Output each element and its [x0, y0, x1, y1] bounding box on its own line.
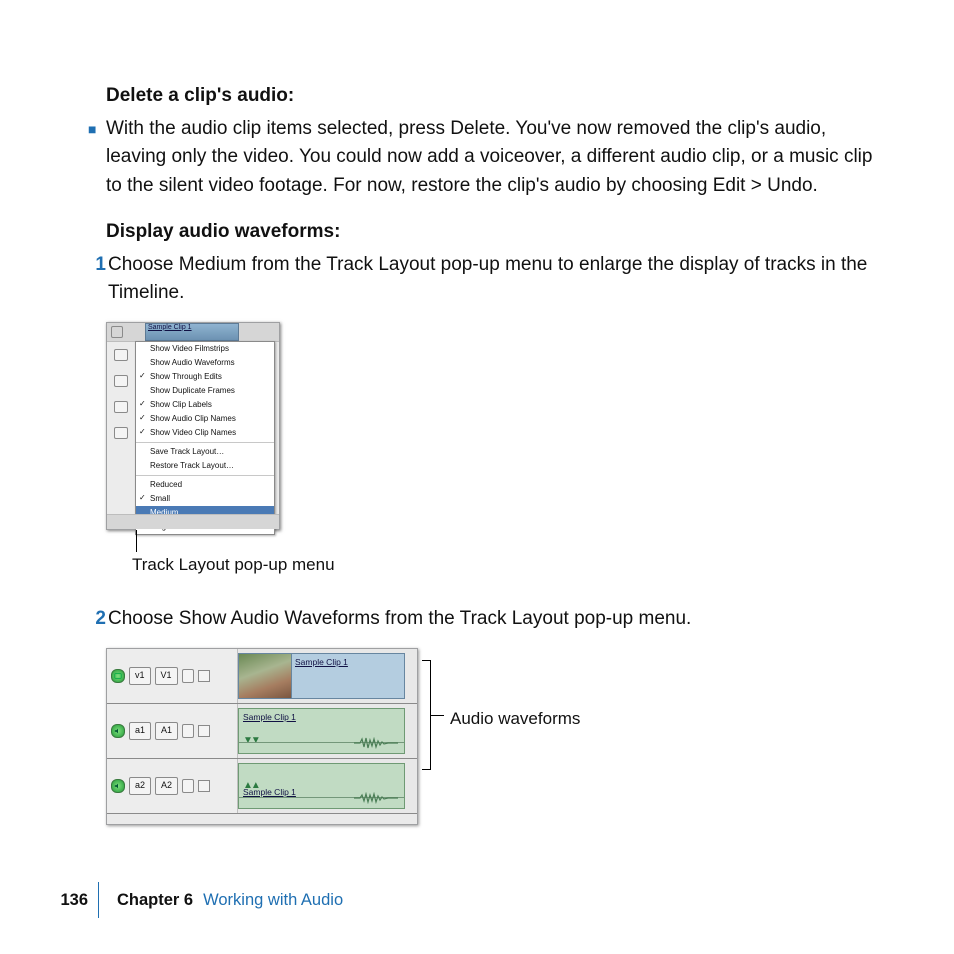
callout-leader-line: [136, 530, 137, 552]
track-audibility-toggle[interactable]: [111, 724, 125, 738]
lock-icon[interactable]: [182, 724, 194, 738]
screenshot-timeline-waveforms: v1 V1 Sample Clip 1 a1: [106, 648, 418, 825]
timeline-clip[interactable]: Sample Clip 1: [145, 323, 239, 341]
step-number-1: 1: [88, 251, 108, 279]
source-patch-v1[interactable]: v1: [129, 667, 151, 685]
menu-item-show-audio-clip-names[interactable]: Show Audio Clip Names: [136, 412, 274, 426]
menu-item-reduced[interactable]: Reduced: [136, 478, 274, 492]
heading-delete-audio: Delete a clip's audio:: [106, 82, 884, 111]
footer-chapter-title: Working with Audio: [203, 888, 343, 913]
track-visibility-toggle[interactable]: [111, 669, 125, 683]
track-visibility-icon[interactable]: [111, 326, 123, 338]
track-selector-icon[interactable]: [114, 375, 128, 387]
video-thumbnail: [239, 654, 292, 698]
menu-item-show-video-clip-names[interactable]: Show Video Clip Names: [136, 426, 274, 440]
delete-audio-text: With the audio clip items selected, pres…: [106, 115, 884, 201]
track-selector-icon[interactable]: [114, 401, 128, 413]
footer-chapter: Chapter 6: [99, 888, 203, 913]
audio-waveform: [239, 735, 404, 751]
audio-clip-a2[interactable]: ▲▲ Sample Clip 1: [238, 763, 405, 809]
callout-track-layout-menu: Track Layout pop-up menu: [132, 552, 884, 578]
lock-icon[interactable]: [182, 779, 194, 793]
track-a2: a2 A2 ▲▲ Sample Clip 1: [107, 759, 417, 814]
dest-patch-a2[interactable]: A2: [155, 777, 178, 795]
timeline-footer: [107, 514, 279, 529]
dest-patch-a1[interactable]: A1: [155, 722, 178, 740]
track-v1: v1 V1 Sample Clip 1: [107, 649, 417, 704]
audio-clip-a1[interactable]: Sample Clip 1 ▼▼: [238, 708, 405, 754]
track-selector-icon[interactable]: [114, 349, 128, 361]
menu-item-show-filmstrips[interactable]: Show Video Filmstrips: [136, 342, 274, 356]
step-1-text: Choose Medium from the Track Layout pop-…: [108, 251, 884, 308]
step-number-2: 2: [88, 605, 108, 633]
auto-select-icon[interactable]: [198, 780, 210, 792]
callout-audio-waveforms: Audio waveforms: [450, 706, 580, 732]
page-footer: 136 Chapter 6 Working with Audio: [0, 882, 343, 918]
menu-item-small[interactable]: Small: [136, 492, 274, 506]
track-audibility-toggle[interactable]: [111, 779, 125, 793]
step-2-text: Choose Show Audio Waveforms from the Tra…: [108, 605, 884, 634]
menu-separator: [136, 442, 274, 443]
menu-item-restore-layout[interactable]: Restore Track Layout…: [136, 459, 274, 473]
clip-label: Sample Clip 1: [148, 324, 192, 331]
audio-waveform: [239, 790, 404, 806]
source-patch-a1[interactable]: a1: [129, 722, 151, 740]
dest-patch-v1[interactable]: V1: [155, 667, 178, 685]
menu-item-show-clip-labels[interactable]: Show Clip Labels: [136, 398, 274, 412]
heading-display-waveforms: Display audio waveforms:: [106, 218, 884, 247]
page-number: 136: [0, 882, 99, 918]
auto-select-icon[interactable]: [198, 725, 210, 737]
video-clip[interactable]: Sample Clip 1: [238, 653, 405, 699]
track-a1: a1 A1 Sample Clip 1 ▼▼: [107, 704, 417, 759]
track-layout-popup-menu[interactable]: Show Video Filmstrips Show Audio Wavefor…: [135, 341, 275, 535]
bullet-icon: ■: [88, 115, 106, 143]
audio-clip-label: Sample Clip 1: [243, 711, 296, 724]
menu-item-show-through-edits[interactable]: Show Through Edits: [136, 370, 274, 384]
screenshot-track-layout-menu: Sample Clip 1 Show Video Filmstrips Show…: [106, 322, 280, 530]
menu-item-show-audio-waveforms[interactable]: Show Audio Waveforms: [136, 356, 274, 370]
callout-bracket: [422, 660, 431, 770]
video-clip-label: Sample Clip 1: [295, 656, 348, 669]
lock-icon[interactable]: [182, 669, 194, 683]
menu-separator: [136, 475, 274, 476]
source-patch-a2[interactable]: a2: [129, 777, 151, 795]
menu-item-save-layout[interactable]: Save Track Layout…: [136, 445, 274, 459]
auto-select-icon[interactable]: [198, 670, 210, 682]
track-selector-icon[interactable]: [114, 427, 128, 439]
menu-item-show-duplicate-frames[interactable]: Show Duplicate Frames: [136, 384, 274, 398]
